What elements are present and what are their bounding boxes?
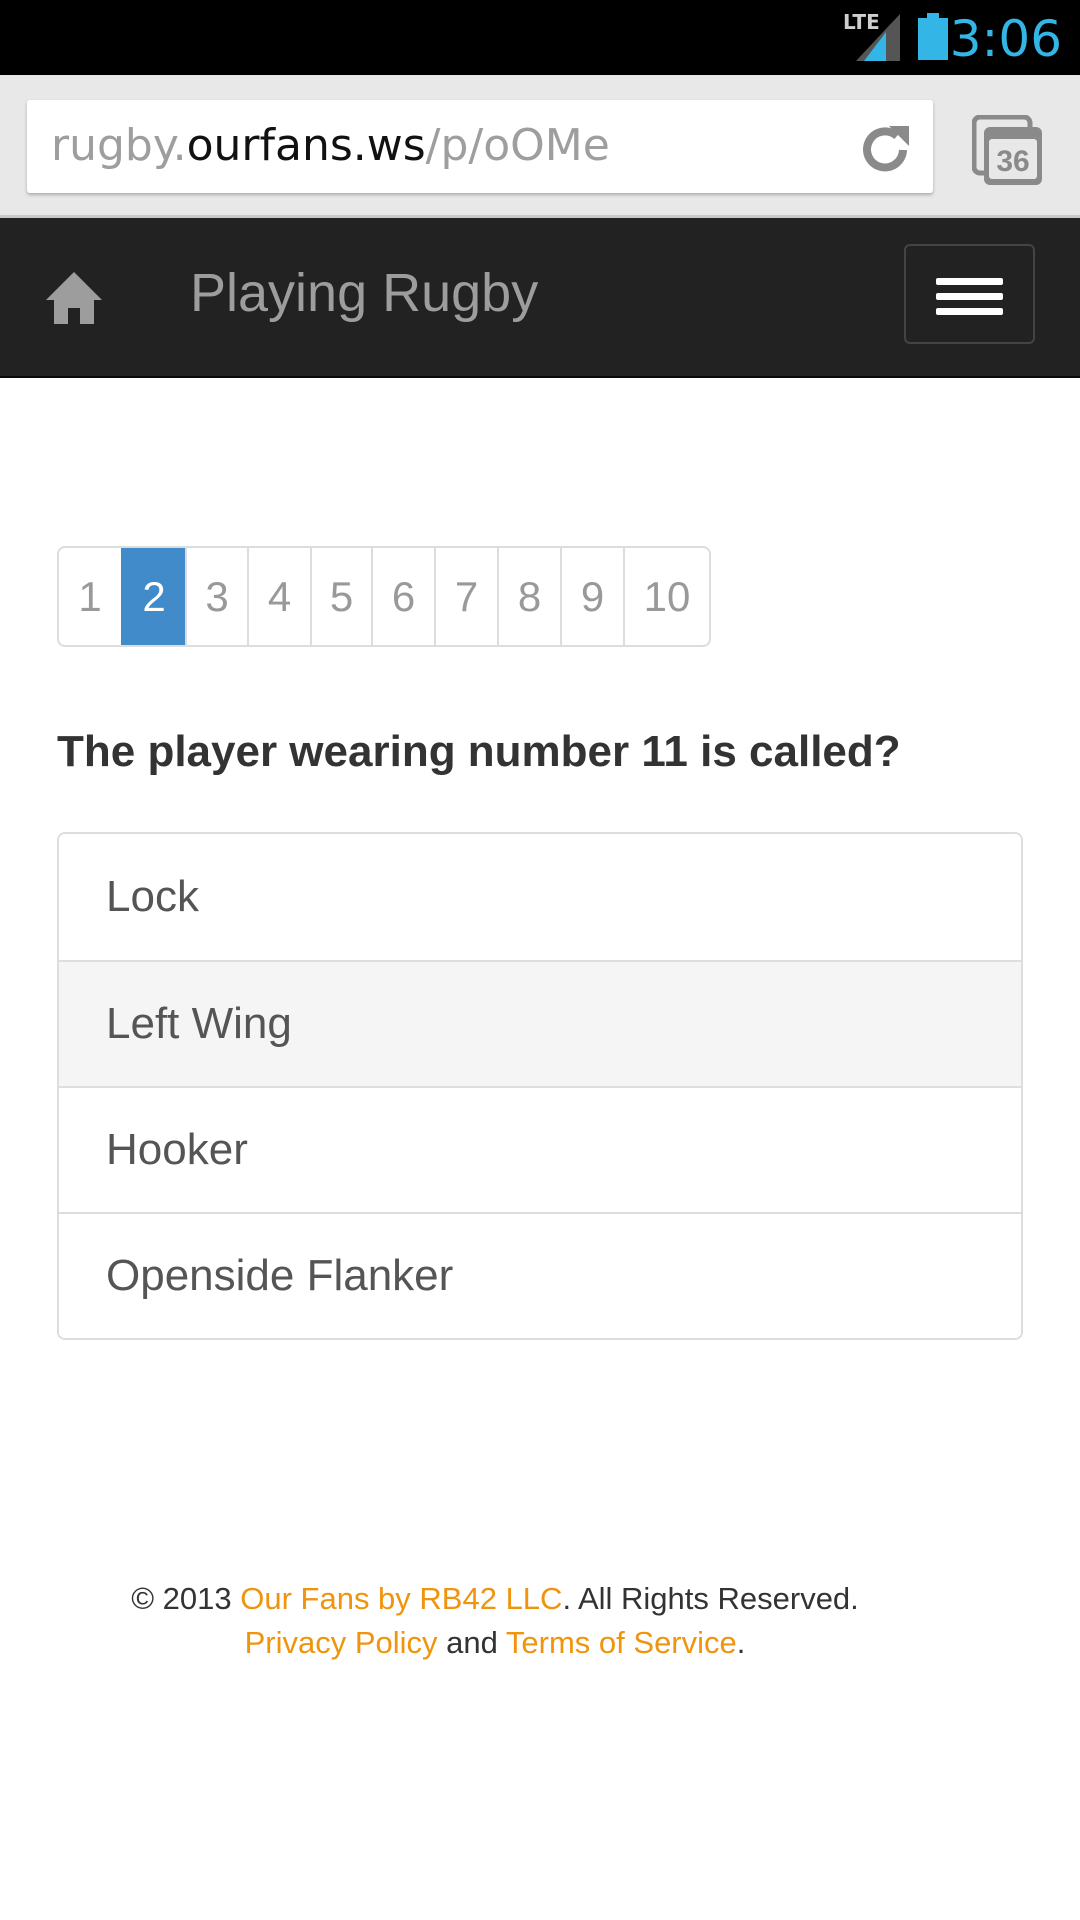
- footer-line-links: Privacy Policy and Terms of Service.: [0, 1621, 990, 1665]
- clock: 3:06: [949, 10, 1062, 68]
- menu-icon: [936, 293, 1003, 300]
- url-path: /p/oOMe: [425, 120, 610, 171]
- page-link-4[interactable]: 4: [247, 548, 310, 645]
- menu-icon: [936, 308, 1003, 315]
- rights-text: . All Rights Reserved.: [562, 1581, 859, 1616]
- footer-line-copyright: © 2013 Our Fans by RB42 LLC. All Rights …: [0, 1577, 990, 1621]
- page-link-8[interactable]: 8: [497, 548, 560, 645]
- question-text: The player wearing number 11 is called?: [57, 727, 901, 776]
- copyright-text: © 2013: [131, 1581, 241, 1616]
- reload-icon[interactable]: [855, 120, 915, 180]
- url-text[interactable]: rugby.ourfans.ws/p/oOMe: [51, 120, 610, 171]
- period-text: .: [736, 1625, 746, 1660]
- browser-toolbar: rugby.ourfans.ws/p/oOMe 36: [0, 75, 1080, 218]
- menu-toggle-button[interactable]: [904, 244, 1035, 344]
- page-link-3[interactable]: 3: [185, 548, 247, 645]
- and-text: and: [437, 1625, 506, 1660]
- signal-icon: [856, 14, 900, 61]
- terms-of-service-link[interactable]: Terms of Service: [506, 1625, 737, 1660]
- url-subdomain: rugby.: [51, 120, 187, 171]
- answer-option[interactable]: Left Wing: [59, 960, 1021, 1086]
- site-brand[interactable]: Playing Rugby: [190, 262, 538, 324]
- question-pagination: 1 2 3 4 5 6 7 8 9 10: [57, 546, 711, 647]
- tab-count: 36: [996, 145, 1029, 178]
- home-icon[interactable]: [44, 268, 104, 328]
- page-link-7[interactable]: 7: [434, 548, 497, 645]
- answer-option[interactable]: Openside Flanker: [59, 1212, 1021, 1338]
- footer: © 2013 Our Fans by RB42 LLC. All Rights …: [0, 1577, 990, 1665]
- page-link-9[interactable]: 9: [560, 548, 623, 645]
- page-link-5[interactable]: 5: [310, 548, 371, 645]
- page-link-2[interactable]: 2: [121, 548, 185, 645]
- answer-option[interactable]: Lock: [59, 834, 1021, 960]
- answer-option[interactable]: Hooker: [59, 1086, 1021, 1212]
- page-link-6[interactable]: 6: [371, 548, 434, 645]
- tabs-icon[interactable]: 36: [972, 115, 1044, 187]
- url-host: ourfans.ws: [186, 120, 426, 171]
- answer-list: Lock Left Wing Hooker Openside Flanker: [57, 832, 1023, 1340]
- page-link-10[interactable]: 10: [623, 548, 709, 645]
- battery-icon: [918, 13, 948, 60]
- status-bar: LTE 3:06: [0, 0, 1080, 75]
- privacy-policy-link[interactable]: Privacy Policy: [245, 1625, 438, 1660]
- company-link[interactable]: Our Fans by RB42 LLC: [240, 1581, 562, 1616]
- menu-icon: [936, 278, 1003, 285]
- page-link-1[interactable]: 1: [59, 548, 121, 645]
- address-bar[interactable]: rugby.ourfans.ws/p/oOMe: [27, 100, 933, 193]
